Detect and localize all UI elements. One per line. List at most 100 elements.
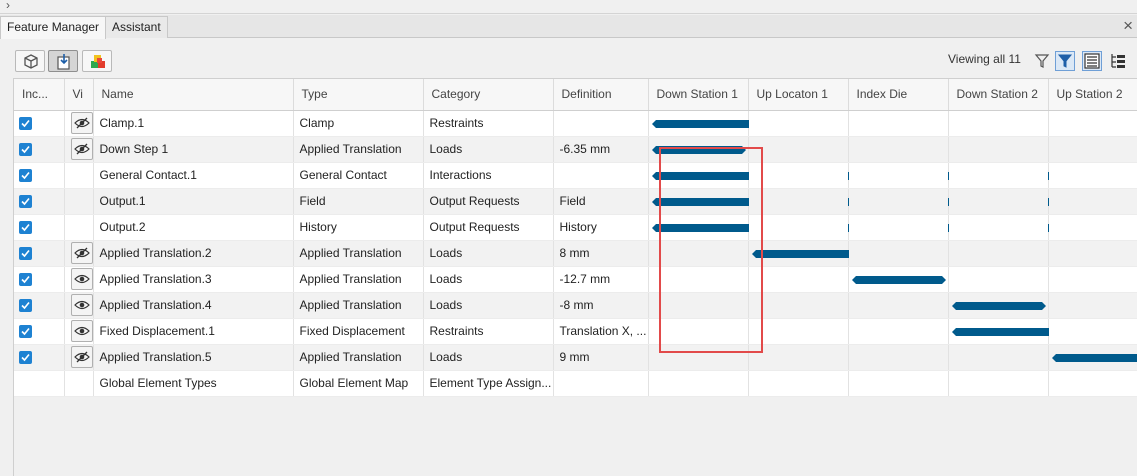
feature-name-cell[interactable]: Output.1 bbox=[93, 188, 294, 215]
table-view-toggle[interactable] bbox=[1082, 51, 1102, 71]
timeline-bar[interactable] bbox=[851, 275, 946, 284]
feature-category-cell[interactable]: Output Requests bbox=[423, 214, 554, 241]
include-checkbox[interactable] bbox=[19, 351, 32, 365]
feature-definition-cell[interactable]: -6.35 mm bbox=[553, 136, 649, 163]
tree-view-icon[interactable] bbox=[1108, 51, 1128, 71]
col-include-header[interactable]: Inc... bbox=[14, 79, 65, 111]
feature-category-cell[interactable]: Loads bbox=[423, 136, 554, 163]
table-row[interactable]: Global Element Types Global Element Map El… bbox=[14, 370, 1137, 397]
feature-definition-cell[interactable]: History bbox=[553, 214, 649, 241]
feature-category-cell[interactable]: Loads bbox=[423, 292, 554, 319]
feature-category-cell[interactable]: Output Requests bbox=[423, 188, 554, 215]
table-row[interactable]: Output.2 History Output Requests History bbox=[14, 214, 1137, 241]
table-row[interactable]: Clamp.1 Clamp Restraints bbox=[14, 110, 1137, 137]
feature-type-cell[interactable]: Global Element Map bbox=[293, 370, 424, 397]
col-definition-header[interactable]: Definition bbox=[553, 79, 649, 111]
feature-category-cell[interactable]: Restraints bbox=[423, 318, 554, 345]
table-row[interactable]: Down Step 1 Applied Translation Loads -6.35… bbox=[14, 136, 1137, 163]
feature-type-cell[interactable]: Applied Translation bbox=[293, 266, 424, 293]
include-checkbox[interactable] bbox=[19, 221, 32, 235]
col-down-station-2-header[interactable]: Down Station 2 bbox=[948, 79, 1049, 111]
table-row[interactable]: Applied Translation.4 Applied Translation… bbox=[14, 292, 1137, 319]
tab-feature-manager[interactable]: Feature Manager bbox=[0, 16, 107, 39]
feature-type-cell[interactable]: Applied Translation bbox=[293, 344, 424, 371]
include-checkbox[interactable] bbox=[19, 143, 32, 157]
color-display-button[interactable] bbox=[82, 50, 112, 72]
feature-definition-cell[interactable]: -8 mm bbox=[553, 292, 649, 319]
include-checkbox[interactable] bbox=[19, 325, 32, 339]
col-up-locaton-1-header[interactable]: Up Locaton 1 bbox=[748, 79, 849, 111]
station-cell bbox=[748, 162, 849, 189]
feature-category-cell[interactable]: Interactions bbox=[423, 162, 554, 189]
visibility-toggle[interactable] bbox=[70, 268, 92, 290]
table-row[interactable]: Applied Translation.3 Applied Translation… bbox=[14, 266, 1137, 293]
feature-type-cell[interactable]: Applied Translation bbox=[293, 292, 424, 319]
include-checkbox[interactable] bbox=[19, 117, 32, 131]
feature-import-button[interactable] bbox=[48, 50, 78, 72]
station-cell bbox=[1048, 370, 1137, 397]
feature-definition-cell[interactable] bbox=[553, 162, 649, 189]
feature-type-cell[interactable]: Clamp bbox=[293, 110, 424, 137]
col-index-die-header[interactable]: Index Die bbox=[848, 79, 949, 111]
filter-icon[interactable] bbox=[1032, 51, 1052, 71]
part-view-button[interactable] bbox=[15, 50, 45, 72]
table-row[interactable]: Output.1 Field Output Requests Field bbox=[14, 188, 1137, 215]
include-checkbox[interactable] bbox=[19, 273, 32, 287]
feature-type-cell[interactable]: History bbox=[293, 214, 424, 241]
feature-category-cell[interactable]: Loads bbox=[423, 240, 554, 267]
feature-category-cell[interactable]: Loads bbox=[423, 266, 554, 293]
feature-name-cell[interactable]: Clamp.1 bbox=[93, 110, 294, 137]
feature-category-cell[interactable]: Restraints bbox=[423, 110, 554, 137]
include-checkbox[interactable] bbox=[19, 195, 32, 209]
visibility-toggle[interactable] bbox=[70, 320, 92, 342]
close-icon[interactable]: × bbox=[1123, 16, 1133, 36]
feature-name-cell[interactable]: Applied Translation.2 bbox=[93, 240, 294, 267]
table-row[interactable]: Fixed Displacement.1 Fixed Displacement Re… bbox=[14, 318, 1137, 345]
table-row[interactable]: Applied Translation.2 Applied Translation… bbox=[14, 240, 1137, 267]
feature-type-cell[interactable]: General Contact bbox=[293, 162, 424, 189]
table-row[interactable]: Applied Translation.5 Applied Translation… bbox=[14, 344, 1137, 371]
feature-name-cell[interactable]: Fixed Displacement.1 bbox=[93, 318, 294, 345]
feature-name-cell[interactable]: General Contact.1 bbox=[93, 162, 294, 189]
feature-name-cell[interactable]: Down Step 1 bbox=[93, 136, 294, 163]
tab-assistant[interactable]: Assistant bbox=[105, 16, 168, 38]
visibility-toggle[interactable] bbox=[70, 294, 92, 316]
feature-name-cell[interactable]: Applied Translation.3 bbox=[93, 266, 294, 293]
timeline-bar[interactable] bbox=[651, 145, 746, 154]
feature-name-cell[interactable]: Global Element Types bbox=[93, 370, 294, 397]
feature-type-cell[interactable]: Field bbox=[293, 188, 424, 215]
feature-definition-cell[interactable] bbox=[553, 110, 649, 137]
feature-category-cell[interactable]: Loads bbox=[423, 344, 554, 371]
include-checkbox[interactable] bbox=[19, 247, 32, 261]
visibility-toggle[interactable] bbox=[70, 112, 92, 134]
timeline-bar[interactable] bbox=[951, 301, 1046, 310]
visibility-toggle[interactable] bbox=[70, 346, 92, 368]
feature-definition-cell[interactable]: Translation X, ... bbox=[553, 318, 649, 345]
table-row[interactable]: General Contact.1 General Contact Interact… bbox=[14, 162, 1137, 189]
col-down-station-1-header[interactable]: Down Station 1 bbox=[648, 79, 749, 111]
visibility-toggle[interactable] bbox=[70, 242, 92, 264]
include-checkbox[interactable] bbox=[19, 299, 32, 313]
visibility-toggle[interactable] bbox=[70, 138, 92, 160]
chevron-right-icon[interactable]: › bbox=[6, 0, 10, 12]
feature-type-cell[interactable]: Applied Translation bbox=[293, 136, 424, 163]
feature-name-cell[interactable]: Output.2 bbox=[93, 214, 294, 241]
timeline-bar[interactable] bbox=[1051, 353, 1137, 362]
col-type-header[interactable]: Type bbox=[293, 79, 424, 111]
feature-definition-cell[interactable]: 9 mm bbox=[553, 344, 649, 371]
feature-category-cell[interactable]: Element Type Assign... bbox=[423, 370, 554, 397]
feature-definition-cell[interactable] bbox=[553, 370, 649, 397]
feature-name-cell[interactable]: Applied Translation.5 bbox=[93, 344, 294, 371]
feature-definition-cell[interactable]: 8 mm bbox=[553, 240, 649, 267]
feature-definition-cell[interactable]: -12.7 mm bbox=[553, 266, 649, 293]
col-category-header[interactable]: Category bbox=[423, 79, 554, 111]
feature-type-cell[interactable]: Applied Translation bbox=[293, 240, 424, 267]
col-up-station-2-header[interactable]: Up Station 2 bbox=[1048, 79, 1137, 111]
col-name-header[interactable]: Name bbox=[93, 79, 294, 111]
feature-type-cell[interactable]: Fixed Displacement bbox=[293, 318, 424, 345]
include-checkbox[interactable] bbox=[19, 169, 32, 183]
feature-definition-cell[interactable]: Field bbox=[553, 188, 649, 215]
col-visibility-header[interactable]: Vi bbox=[64, 79, 94, 111]
filter-active-toggle[interactable] bbox=[1055, 51, 1075, 71]
feature-name-cell[interactable]: Applied Translation.4 bbox=[93, 292, 294, 319]
